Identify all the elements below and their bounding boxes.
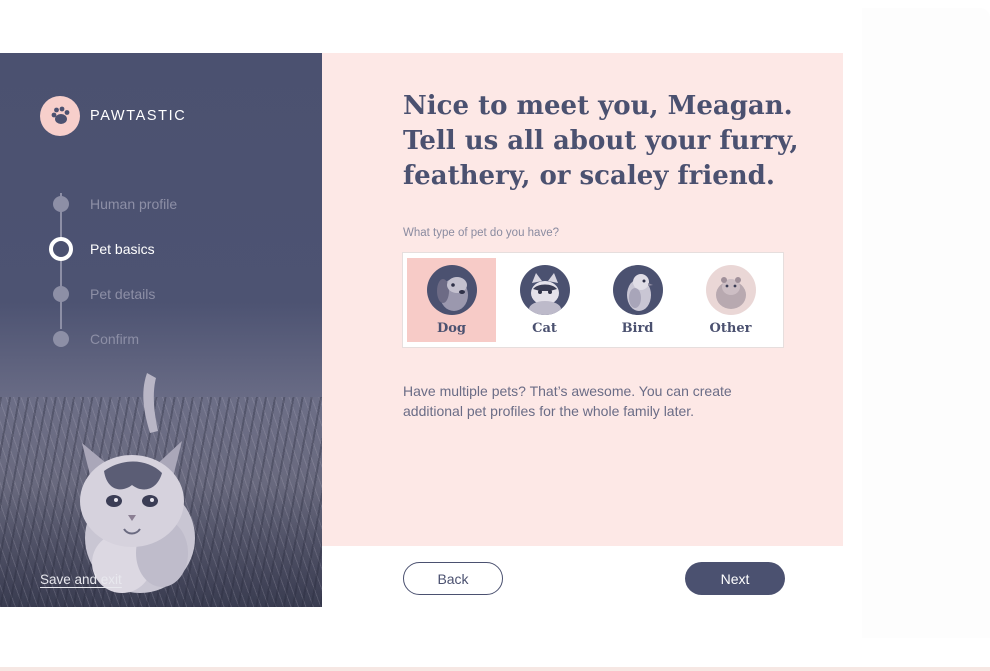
step-pet-details[interactable]: Pet details bbox=[48, 271, 177, 316]
pet-option-other[interactable]: Other bbox=[686, 258, 775, 342]
brand-name: PAWTASTIC bbox=[90, 108, 187, 124]
kitten-image bbox=[80, 373, 195, 593]
back-button[interactable]: Back bbox=[403, 562, 503, 595]
pet-option-label: Other bbox=[709, 321, 752, 336]
background-sheet bbox=[862, 8, 990, 638]
paw-icon bbox=[40, 96, 80, 136]
main-content: Nice to meet you, Meagan. Tell us all ab… bbox=[322, 53, 843, 546]
pet-option-bird[interactable]: Bird bbox=[593, 258, 682, 342]
cat-photo-icon bbox=[519, 265, 570, 315]
page-title: Nice to meet you, Meagan. Tell us all ab… bbox=[403, 91, 799, 191]
pet-option-label: Bird bbox=[621, 321, 654, 336]
next-button[interactable]: Next bbox=[685, 562, 785, 595]
pet-type-selector: Dog Cat Bird Other bbox=[402, 252, 784, 348]
page-edge bbox=[0, 667, 990, 671]
pet-option-cat[interactable]: Cat bbox=[500, 258, 589, 342]
step-label: Pet basics bbox=[90, 240, 155, 257]
step-label: Human profile bbox=[90, 195, 178, 212]
pet-option-dog[interactable]: Dog bbox=[407, 258, 496, 342]
hamster-photo-icon bbox=[705, 265, 756, 315]
step-dot bbox=[53, 285, 69, 302]
brand: PAWTASTIC bbox=[40, 96, 186, 136]
bird-photo-icon bbox=[612, 265, 663, 315]
step-label: Confirm bbox=[90, 330, 140, 347]
onboarding-page: PAWTASTIC Human profile Pet basics Pet d… bbox=[0, 0, 990, 671]
dog-photo-icon bbox=[426, 265, 477, 315]
sidebar: PAWTASTIC Human profile Pet basics Pet d… bbox=[0, 53, 322, 607]
pet-option-label: Cat bbox=[532, 321, 557, 336]
step-pet-basics[interactable]: Pet basics bbox=[48, 226, 177, 271]
step-human-profile[interactable]: Human profile bbox=[48, 181, 177, 226]
step-dot-active bbox=[49, 236, 73, 261]
pet-type-question: What type of pet do you have? bbox=[403, 227, 559, 239]
step-label: Pet details bbox=[90, 285, 156, 302]
save-and-exit-link[interactable]: Save and exit bbox=[40, 572, 122, 587]
step-dot bbox=[53, 330, 69, 347]
step-dot bbox=[53, 195, 69, 212]
multiple-pets-info: Have multiple pets? That’s awesome. You … bbox=[403, 383, 732, 419]
pet-option-label: Dog bbox=[436, 321, 467, 336]
step-confirm[interactable]: Confirm bbox=[48, 316, 177, 361]
progress-steps: Human profile Pet basics Pet details Con… bbox=[48, 181, 177, 361]
